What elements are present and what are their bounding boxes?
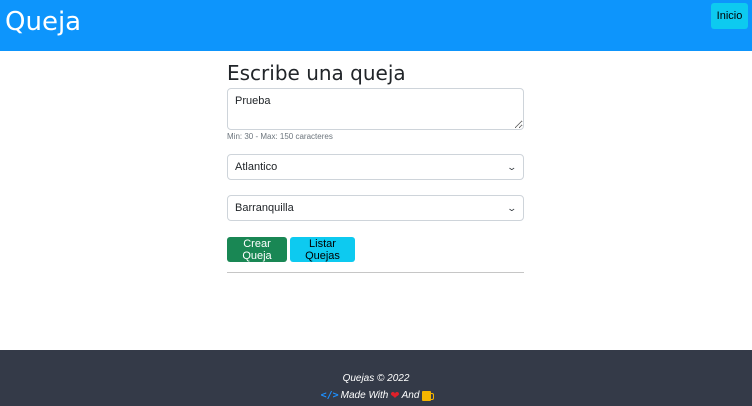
code-icon: </> [320,390,339,401]
create-complaint-button[interactable]: Crear Queja [227,237,287,262]
chevron-down-icon: ⌄ [506,202,518,213]
and-text: And [401,390,420,401]
divider [227,272,524,273]
home-button[interactable]: Inicio [711,3,748,29]
city-select[interactable]: Barranquilla ⌄ [227,195,524,221]
navbar: Queja Inicio [0,0,752,51]
character-limit-hint: Min: 30 - Max: 150 caracteres [227,132,333,141]
heart-icon: ❤ [390,390,400,402]
brand-title[interactable]: Queja [5,6,81,38]
list-complaints-button[interactable]: Listar Quejas [290,237,355,262]
page-title: Escribe una queja [227,61,406,85]
department-select[interactable]: Atlantico ⌄ [227,154,524,180]
footer-copyright: Quejas © 2022 [342,373,410,384]
complaint-textarea[interactable]: Prueba [227,88,524,130]
department-selected-value: Atlantico [235,161,278,173]
beer-icon [422,390,435,401]
footer-made-with: </> Made With ❤ And [0,389,752,402]
made-with-text: Made With [340,390,389,401]
footer: Quejas © 2022 </> Made With ❤ And [0,350,752,406]
city-selected-value: Barranquilla [235,202,294,214]
chevron-down-icon: ⌄ [506,161,518,172]
